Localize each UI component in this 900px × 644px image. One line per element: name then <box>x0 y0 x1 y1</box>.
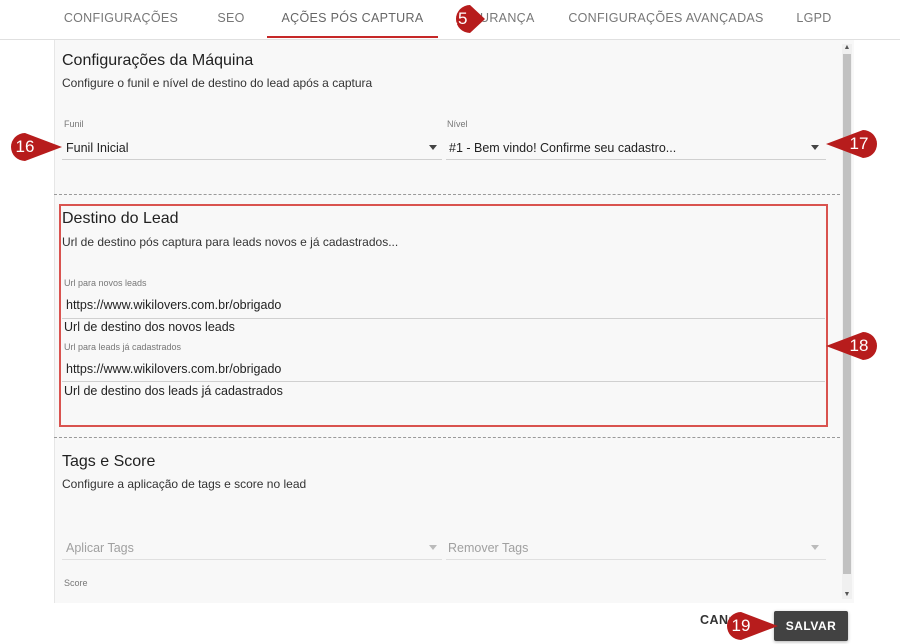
tab-configuracoes-avancadas[interactable]: CONFIGURAÇÕES AVANÇADAS <box>568 0 764 38</box>
callout-15: 15 <box>441 4 485 34</box>
callout-18: 18 <box>826 331 877 361</box>
score-label: Score <box>64 578 88 588</box>
lead-destination-highlight <box>59 204 828 427</box>
level-select[interactable]: #1 - Bem vindo! Confirme seu cadastro... <box>449 141 676 155</box>
remove-tags-dropdown-icon[interactable] <box>811 545 819 550</box>
tab-seo[interactable]: SEO <box>204 0 258 38</box>
funnel-label: Funil <box>64 119 84 129</box>
save-button[interactable]: SALVAR <box>774 611 848 641</box>
section-divider-2 <box>54 437 840 438</box>
level-label: Nível <box>447 119 468 129</box>
callout-19: 19 <box>726 611 778 641</box>
tags-score-title: Tags e Score <box>62 453 156 470</box>
active-tab-indicator <box>267 36 438 38</box>
tab-acoes-pos-captura[interactable]: AÇÕES PÓS CAPTURA <box>267 0 438 38</box>
apply-tags-underline <box>62 559 442 560</box>
machine-config-title: Configurações da Máquina <box>62 52 254 69</box>
scroll-down-icon[interactable]: ▼ <box>843 591 851 599</box>
tab-lgpd[interactable]: LGPD <box>786 0 842 38</box>
level-underline <box>446 159 826 160</box>
scroll-up-icon[interactable]: ▲ <box>843 44 851 52</box>
remove-tags-underline <box>446 559 826 560</box>
panel-scrollbar[interactable]: ▲ ▼ <box>842 44 852 599</box>
funnel-dropdown-icon[interactable] <box>429 145 437 150</box>
apply-tags-dropdown-icon[interactable] <box>429 545 437 550</box>
section-divider <box>54 194 840 195</box>
tags-score-description: Configure a aplicação de tags e score no… <box>62 477 307 491</box>
tab-configuracoes[interactable]: CONFIGURAÇÕES <box>58 0 184 38</box>
remove-tags-select[interactable]: Remover Tags <box>448 541 528 555</box>
callout-17: 17 <box>826 129 877 159</box>
funnel-underline <box>62 159 442 160</box>
level-dropdown-icon[interactable] <box>811 145 819 150</box>
apply-tags-select[interactable]: Aplicar Tags <box>66 541 134 555</box>
callout-16: 16 <box>10 132 62 162</box>
machine-config-description: Configure o funil e nível de destino do … <box>62 76 373 90</box>
funnel-select[interactable]: Funil Inicial <box>66 141 129 155</box>
